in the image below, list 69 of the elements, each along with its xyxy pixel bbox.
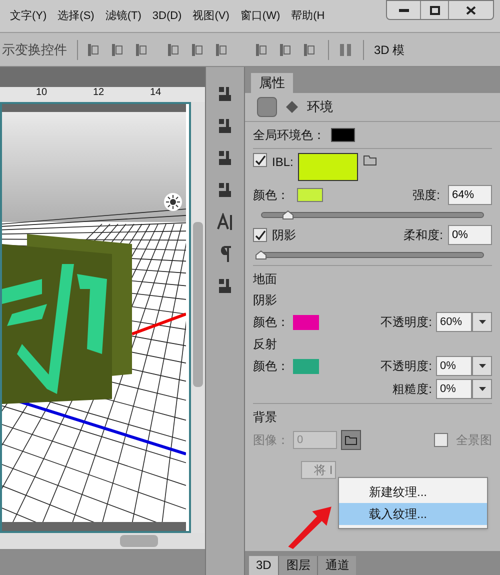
label-text: 粗糙度: [392,381,432,398]
text-icon[interactable] [216,213,234,231]
value-field[interactable]: 0% [436,356,472,376]
caret-icon [478,387,486,391]
color-swatch[interactable] [297,188,323,202]
panel-tab[interactable]: 通道 [317,556,356,575]
minimize-icon [398,8,408,12]
scroll-thumb[interactable] [120,535,158,547]
label-text: 柔和度: [404,227,443,244]
horizontal-scrollbar[interactable] [0,533,205,549]
menu-item[interactable]: 选择(S) [58,8,94,24]
label-text: 反射 [253,336,278,353]
folder-icon[interactable] [363,153,380,167]
label-text: 全景图 [456,432,492,449]
label-text: 颜色： [253,314,289,331]
menu-item[interactable]: 视图(V) [192,8,230,24]
light-icon[interactable] [163,192,183,212]
maximize-icon [430,6,440,14]
value-field[interactable]: 64% [448,185,492,205]
label-text: 阴影 [272,227,296,244]
scroll-thumb[interactable] [193,222,203,387]
menu-item[interactable]: 帮助(H [291,8,325,24]
label-text: 背景 [253,409,278,426]
menu-item[interactable]: 滤镜(T) [105,8,142,24]
label-text: 颜色： [253,187,289,204]
menu-item[interactable]: 文字(Y) [10,8,47,24]
dropdown-button[interactable] [472,312,492,332]
vertical-scrollbar[interactable] [191,102,205,533]
ruler-number: 10 [36,87,48,99]
label-text: IBL: [272,154,294,171]
color-swatch[interactable] [293,358,319,374]
section-title: 环境 [307,98,333,116]
color-swatch[interactable] [293,314,319,330]
value-field[interactable]: 0% [436,379,472,399]
label-text: 3D 模 [374,42,405,58]
panel-tab[interactable]: 属性 [251,73,293,93]
menu-item[interactable]: 新建纹理... [339,481,487,503]
close-icon [466,6,476,14]
color-swatch[interactable] [298,153,358,181]
checkbox[interactable] [434,433,448,447]
caret-icon [478,320,486,324]
menu-item[interactable]: 3D(D) [152,8,182,24]
slider-thumb[interactable] [255,250,267,260]
value-field[interactable]: 60% [436,312,472,332]
menu-item[interactable]: 窗口(W) [240,8,280,24]
folder-icon [345,435,357,445]
label-text: 全局环境色： [253,127,325,144]
label-text: 地面 [253,271,278,288]
checkbox[interactable] [253,153,267,167]
menu-item[interactable]: 载入纹理... [339,503,487,525]
color-swatch[interactable] [331,128,355,142]
ruler-number: 12 [93,87,104,99]
label-text: 示变换控件 [2,40,67,59]
label-text: 图像： [253,432,289,449]
label-text: 阴影 [253,292,278,309]
caret-icon [478,364,486,368]
folder-button[interactable] [341,430,361,450]
dropdown-button[interactable] [472,379,492,399]
environment-icon[interactable] [257,97,277,117]
panel-tab[interactable]: 图层 [278,556,318,575]
label-text: 不透明度: [380,358,432,375]
dropdown-button[interactable] [472,356,492,376]
label-text: 强度: [412,187,440,204]
checkbox[interactable] [253,228,267,242]
value-field[interactable]: 0% [448,225,492,245]
panel-tab[interactable]: 3D [249,556,278,575]
ruler-number: 14 [150,87,162,99]
label-text: 不透明度: [380,314,432,331]
label-text: 颜色： [253,358,289,375]
